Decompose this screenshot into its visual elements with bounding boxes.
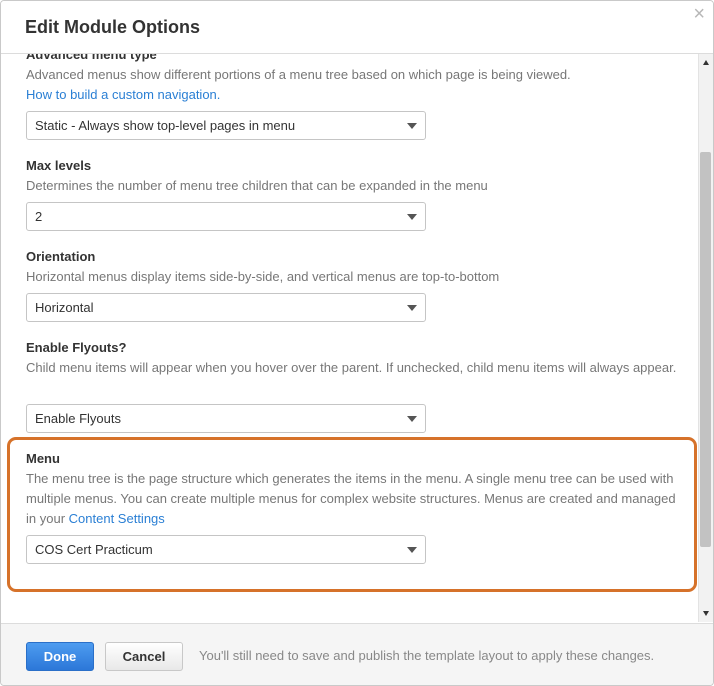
- flyouts-select[interactable]: Enable Flyouts: [26, 404, 426, 433]
- scrollbar-thumb[interactable]: [700, 152, 711, 547]
- flyouts-label: Enable Flyouts?: [26, 340, 127, 355]
- chevron-down-icon: [407, 123, 417, 129]
- max-levels-label: Max levels: [26, 158, 92, 173]
- dialog-footer: Done Cancel You'll still need to save an…: [1, 623, 713, 685]
- dialog-body: Advanced menu type Advanced menus show d…: [1, 54, 699, 622]
- menu-field: Menu The menu tree is the page structure…: [26, 450, 686, 529]
- menu-label: Menu: [26, 451, 60, 466]
- orientation-label: Orientation: [26, 249, 96, 264]
- flyouts-description: Child menu items will appear when you ho…: [26, 360, 677, 375]
- menu-value: COS Cert Practicum: [35, 542, 153, 557]
- advanced-menu-type-label: Advanced menu type: [26, 54, 157, 62]
- close-icon[interactable]: ×: [693, 3, 705, 25]
- scroll-down-icon[interactable]: [703, 611, 709, 616]
- menu-description: The menu tree is the page structure whic…: [26, 469, 686, 529]
- orientation-field: Orientation Horizontal menus display ite…: [26, 248, 686, 287]
- chevron-down-icon: [407, 305, 417, 311]
- dialog-title: Edit Module Options: [25, 17, 200, 37]
- cancel-button[interactable]: Cancel: [105, 642, 183, 671]
- advanced-menu-type-description: Advanced menus show different portions o…: [26, 65, 686, 105]
- chevron-down-icon: [407, 547, 417, 553]
- content-settings-link[interactable]: Content Settings: [69, 511, 165, 526]
- dialog-header: Edit Module Options ×: [1, 1, 713, 54]
- advanced-menu-type-value: Static - Always show top-level pages in …: [35, 118, 296, 133]
- done-button[interactable]: Done: [26, 642, 94, 671]
- max-levels-value: 2: [35, 209, 43, 224]
- chevron-down-icon: [407, 214, 417, 220]
- scrollbar[interactable]: [698, 54, 713, 622]
- advanced-menu-type-field: Advanced menu type Advanced menus show d…: [26, 54, 686, 105]
- max-levels-description: Determines the number of menu tree child…: [26, 178, 488, 193]
- orientation-description: Horizontal menus display items side-by-s…: [26, 269, 500, 284]
- chevron-down-icon: [407, 416, 417, 422]
- menu-select[interactable]: COS Cert Practicum: [26, 535, 426, 564]
- orientation-select[interactable]: Horizontal: [26, 293, 426, 322]
- flyouts-field: Enable Flyouts? Child menu items will ap…: [26, 339, 686, 378]
- max-levels-select[interactable]: 2: [26, 202, 426, 231]
- advanced-menu-type-select[interactable]: Static - Always show top-level pages in …: [26, 111, 426, 140]
- advanced-menu-type-description-text: Advanced menus show different portions o…: [26, 67, 571, 82]
- scroll-up-icon[interactable]: [703, 60, 709, 65]
- footer-note: You'll still need to save and publish th…: [199, 648, 655, 663]
- orientation-value: Horizontal: [35, 300, 94, 315]
- flyouts-value: Enable Flyouts: [35, 411, 121, 426]
- edit-module-dialog: Edit Module Options × Advanced menu type…: [0, 0, 714, 686]
- custom-navigation-link[interactable]: How to build a custom navigation.: [26, 87, 220, 102]
- max-levels-field: Max levels Determines the number of menu…: [26, 157, 686, 196]
